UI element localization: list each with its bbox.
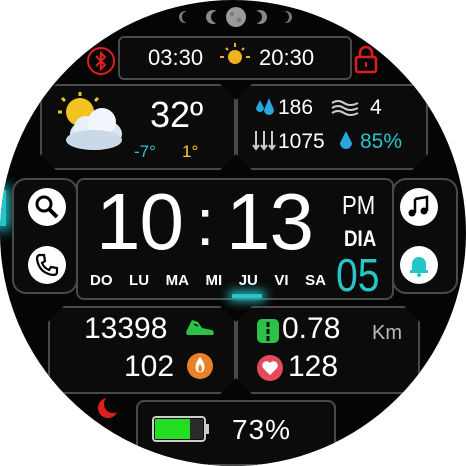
distance-unit: Km xyxy=(372,322,402,344)
battery-fill xyxy=(155,419,190,439)
wind-value: 4 xyxy=(370,96,382,119)
humidity-top-value: 186 xyxy=(278,96,314,119)
music-note-icon xyxy=(408,195,429,217)
moon-phases xyxy=(176,6,296,28)
time-minute: 13 xyxy=(226,177,314,266)
search-button[interactable] xyxy=(28,188,66,226)
battery-icon xyxy=(152,414,210,444)
phone-icon xyxy=(35,253,59,277)
left-cyan-glow xyxy=(0,190,6,226)
steps-value: 13398 xyxy=(84,312,168,345)
lock-icon[interactable] xyxy=(352,44,380,74)
distance-value: 0.78 xyxy=(282,312,341,345)
time-colon: : xyxy=(196,185,215,259)
humidity-drop-icon xyxy=(340,131,352,149)
weekday-item: DO xyxy=(90,272,113,289)
temperature: 32º xyxy=(150,94,204,135)
wind-icon xyxy=(331,100,359,116)
pressure-icon xyxy=(252,131,276,151)
calories-value: 102 xyxy=(124,350,175,383)
day-number: 05 xyxy=(336,249,380,301)
heart-rate-icon xyxy=(257,355,283,381)
temperature-low: -7° xyxy=(134,142,156,161)
bell-button[interactable] xyxy=(400,246,438,284)
watch-face: 03:30 20:30 32º -7° 1° 186 4 1075 85% 10… xyxy=(0,0,466,466)
shoe-icon xyxy=(186,320,214,335)
phone-button[interactable] xyxy=(28,246,66,284)
moon-phase-icons xyxy=(179,7,292,27)
humidity-value: 85% xyxy=(360,130,403,153)
temperature-high: 1° xyxy=(182,142,199,161)
bell-icon xyxy=(410,257,428,277)
heart-rate-value: 128 xyxy=(288,350,339,383)
weekday-item: SA xyxy=(305,272,326,289)
weekday-item: LU xyxy=(129,272,150,289)
calories-flame-icon xyxy=(187,353,213,379)
search-icon xyxy=(35,195,59,219)
partly-cloudy-icon xyxy=(58,92,122,150)
music-button[interactable] xyxy=(400,188,438,226)
battery-percent: 73% xyxy=(232,414,292,445)
am-pm-indicator: PM xyxy=(342,190,376,220)
pressure-value: 1075 xyxy=(278,130,325,153)
distance-road-icon xyxy=(257,319,279,343)
bluetooth-icon[interactable] xyxy=(86,46,116,76)
moon-icon[interactable] xyxy=(96,396,120,420)
weekday-row: DO LU MA MI JU VI SA xyxy=(90,272,326,294)
time-hour: 10 xyxy=(96,177,184,266)
sun-icon xyxy=(220,43,250,64)
sunset-time: 20:30 xyxy=(259,45,315,70)
weekday-item: VI xyxy=(274,272,289,289)
weekday-item-current: JU xyxy=(238,272,258,289)
weekday-item: MA xyxy=(165,272,189,289)
current-weekday-marker xyxy=(232,294,262,298)
humidity-drops-icon xyxy=(256,98,274,115)
sunrise-time: 03:30 xyxy=(148,45,204,70)
weekday-item: MI xyxy=(205,272,223,289)
